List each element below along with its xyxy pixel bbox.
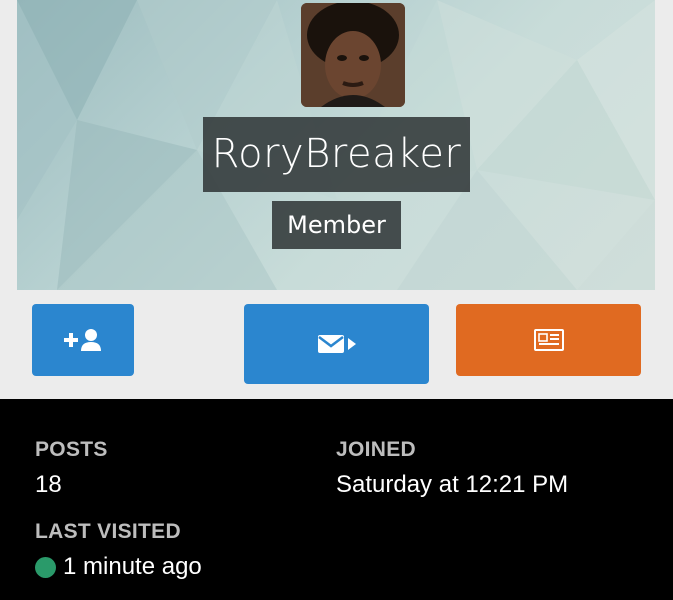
- joined-label: JOINED: [336, 438, 416, 461]
- user-plus-icon: [64, 329, 101, 351]
- last-visited-value: 1 minute ago: [63, 553, 202, 580]
- user-content-button[interactable]: [456, 304, 641, 376]
- profile-username: RoryBreaker: [203, 117, 470, 192]
- online-status-icon: [35, 557, 56, 578]
- profile-stats: POSTS 18 JOINED Saturday at 12:21 PM LAS…: [0, 399, 673, 600]
- posts-value[interactable]: 18: [35, 471, 62, 499]
- follow-button[interactable]: [32, 304, 134, 376]
- envelope-arrow-icon: [317, 335, 356, 353]
- send-message-button[interactable]: [244, 304, 429, 384]
- avatar-image: [301, 3, 405, 107]
- last-visited-label: LAST VISITED: [35, 520, 181, 543]
- posts-label: POSTS: [35, 438, 108, 461]
- avatar[interactable]: [301, 3, 405, 107]
- user-role-badge: Member: [272, 201, 401, 249]
- joined-value: Saturday at 12:21 PM: [336, 471, 569, 498]
- newspaper-icon: [533, 329, 564, 351]
